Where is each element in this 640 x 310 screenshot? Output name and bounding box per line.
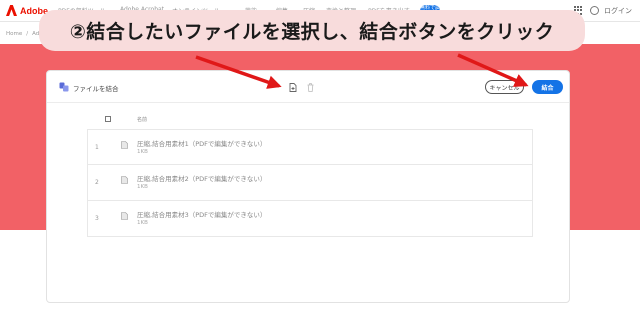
combine-files-icon [59,82,69,92]
file-list-header: 名前 [89,113,531,127]
file-icon [121,141,128,149]
file-row[interactable]: 1 圧縮,結合用素材1（PDFで編集ができない） 1KB [87,129,533,165]
delete-icon[interactable] [307,83,314,92]
cancel-button[interactable]: キャンセル [485,80,524,94]
file-row[interactable]: 3 圧縮,結合用素材3（PDFで編集ができない） 1KB [87,201,533,237]
file-row[interactable]: 2 圧縮,結合用素材2（PDFで編集ができない） 1KB [87,165,533,201]
login-link[interactable]: ログイン [604,6,632,16]
file-name: 圧縮,結合用素材1（PDFで編集ができない） [137,140,267,148]
column-header-name[interactable]: 名前 [137,116,147,123]
file-size: 1KB [137,220,148,226]
instruction-callout: ②結合したいファイルを選択し、結合ボタンをクリック [39,10,585,51]
breadcrumb-home[interactable]: Home [6,31,22,37]
user-icon[interactable] [590,6,599,15]
file-size: 1KB [137,149,148,155]
adobe-logo[interactable]: Adobe [6,5,48,16]
select-all-checkbox[interactable] [105,116,111,122]
panel-header: ファイルを結合 キャンセル 結合 [47,71,569,103]
add-file-icon[interactable] [289,83,297,92]
file-icon [121,176,128,184]
file-size: 1KB [137,184,148,190]
file-name: 圧縮,結合用素材3（PDFで編集ができない） [137,211,267,219]
merge-button[interactable]: 結合 [532,80,563,94]
breadcrumb-separator: / [26,31,29,37]
file-row-drag-handle[interactable]: 3 [95,215,99,222]
file-icon [121,212,128,220]
adobe-logo-icon [6,5,17,16]
file-list: 1 圧縮,結合用素材1（PDFで編集ができない） 1KB 2 圧縮,結合用素材2… [87,129,533,237]
file-name: 圧縮,結合用素材2（PDFで編集ができない） [137,175,267,183]
merge-files-panel: ファイルを結合 キャンセル 結合 名前 1 圧縮,結合用素材1（PDFで編集がで… [46,70,570,303]
file-row-drag-handle[interactable]: 2 [95,179,99,186]
panel-title: ファイルを結合 [73,85,119,93]
file-row-drag-handle[interactable]: 1 [95,144,99,151]
instruction-text: ②結合したいファイルを選択し、結合ボタンをクリック [69,21,555,43]
